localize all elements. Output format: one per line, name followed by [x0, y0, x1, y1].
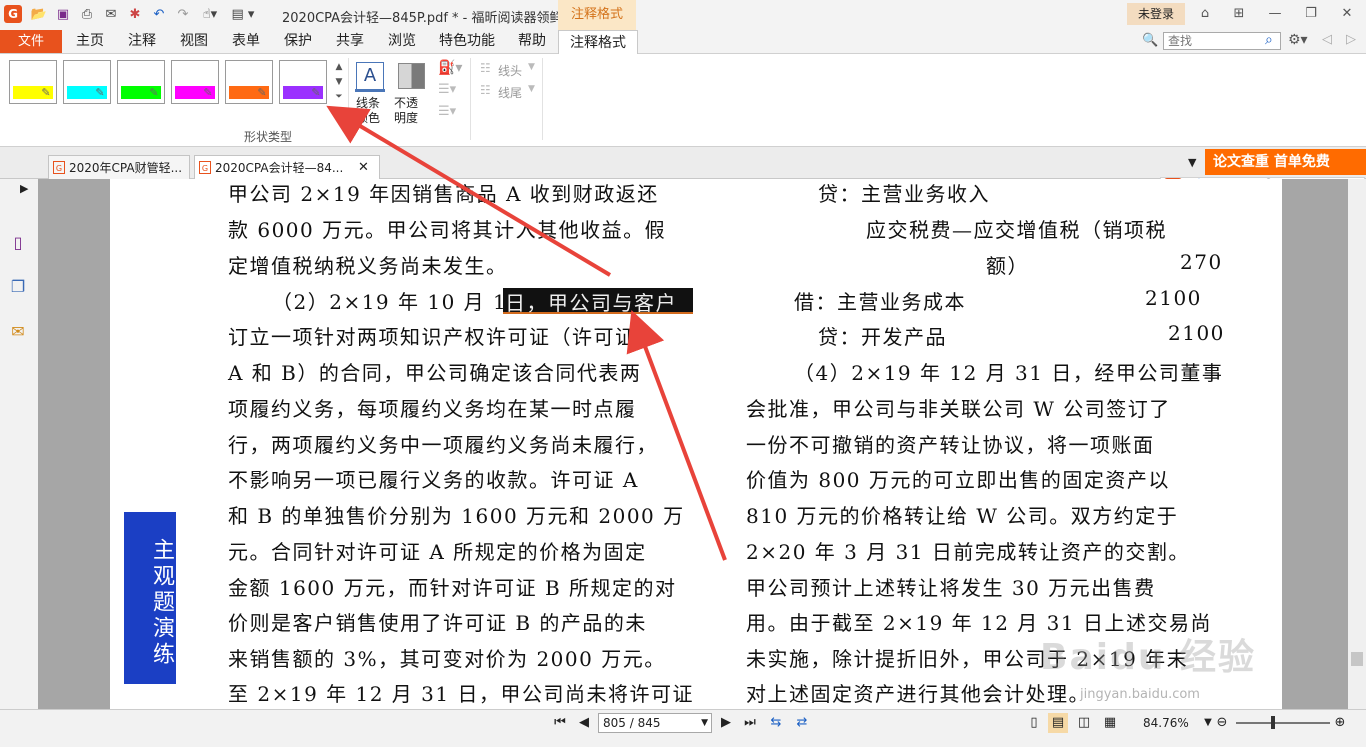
last-page-icon[interactable]: ⏭ — [740, 713, 760, 733]
arrow-to-selection — [626, 310, 727, 561]
zoom-slider-thumb[interactable] — [1271, 716, 1275, 729]
page-number-input[interactable]: 805 / 845 ▼ — [598, 713, 712, 733]
continuous-page-icon[interactable]: ▤ — [1048, 713, 1068, 733]
prev-view-icon[interactable]: ⇆ — [766, 713, 786, 733]
zoom-out-icon[interactable]: ⊖ — [1212, 713, 1232, 733]
chevron-down-icon: ▼ — [701, 718, 708, 728]
first-page-icon[interactable]: ⏮ — [550, 713, 570, 733]
continuous-facing-icon[interactable]: ▦ — [1100, 713, 1120, 733]
page-number: 805 / 845 — [603, 716, 661, 730]
zoom-level[interactable]: 84.76% — [1143, 716, 1189, 730]
prev-page-icon[interactable]: ◀ — [574, 713, 594, 733]
annotation-arrows — [326, 105, 727, 561]
zoom-in-icon[interactable]: ⊕ — [1330, 713, 1350, 733]
next-page-icon[interactable]: ▶ — [716, 713, 736, 733]
next-view-icon[interactable]: ⇄ — [792, 713, 812, 733]
single-page-icon[interactable]: ▯ — [1024, 713, 1044, 733]
facing-page-icon[interactable]: ◫ — [1074, 713, 1094, 733]
arrow-to-swatch-gallery — [326, 105, 612, 277]
zoom-slider[interactable] — [1236, 722, 1330, 724]
